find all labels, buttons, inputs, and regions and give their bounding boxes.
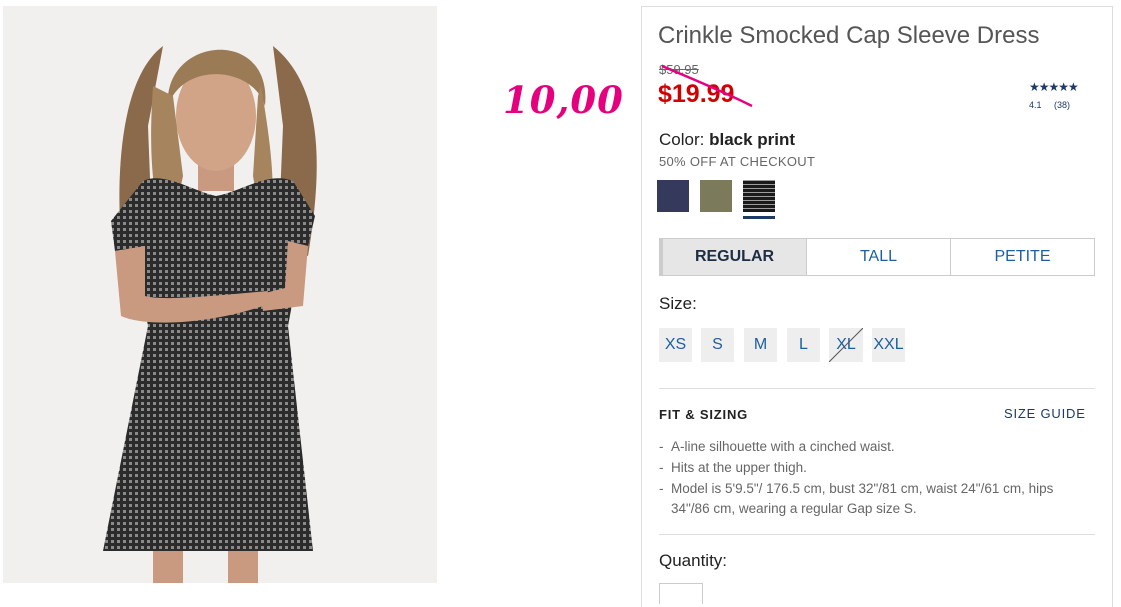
- fit-option-regular[interactable]: REGULAR: [660, 239, 806, 275]
- quantity-label: Quantity:: [659, 551, 728, 570]
- size-l-button[interactable]: L: [787, 328, 820, 362]
- divider: [659, 388, 1095, 389]
- model-illustration: [103, 46, 317, 583]
- divider: [659, 534, 1095, 535]
- color-swatch-navy[interactable]: [657, 180, 689, 212]
- size-guide-link[interactable]: SIZE GUIDE: [1004, 406, 1086, 421]
- fit-bullet: A-line silhouette with a cinched waist.: [659, 437, 1089, 457]
- fit-description-list: A-line silhouette with a cinched waist. …: [659, 437, 1089, 520]
- size-xl-button-unavailable[interactable]: XL: [829, 328, 863, 362]
- selected-color-name: black print: [709, 130, 796, 149]
- fit-options: REGULAR TALL PETITE: [659, 238, 1095, 276]
- review-count-link[interactable]: (38): [1054, 100, 1070, 110]
- color-swatch-olive[interactable]: [700, 180, 732, 212]
- selected-swatch-indicator: [743, 216, 775, 219]
- color-selection: Color: black print: [659, 130, 795, 150]
- rating-value: 4.1: [1029, 100, 1042, 110]
- fit-bullet: Hits at the upper thigh.: [659, 458, 1089, 478]
- quantity-input[interactable]: [659, 583, 703, 604]
- fit-bullet: Model is 5'9.5"/ 176.5 cm, bust 32"/81 c…: [659, 479, 1089, 519]
- size-xxl-button[interactable]: XXL: [872, 328, 905, 362]
- color-label: Color:: [659, 130, 705, 149]
- unavailable-slash-icon: [829, 328, 863, 362]
- product-photo[interactable]: [3, 6, 437, 583]
- size-xs-button[interactable]: XS: [659, 328, 692, 362]
- size-m-button[interactable]: M: [744, 328, 777, 362]
- rating-stars-icon: ★★★★★: [1029, 80, 1079, 94]
- price-strike-annotation: [661, 64, 753, 108]
- product-rating[interactable]: ★★★★★ 4.1 (38): [1029, 80, 1079, 110]
- handwritten-price-annotation: 10,00: [503, 78, 624, 122]
- fit-sizing-heading: FIT & SIZING: [659, 407, 749, 422]
- product-title: Crinkle Smocked Cap Sleeve Dress: [658, 22, 1040, 49]
- fit-option-tall[interactable]: TALL: [806, 239, 950, 275]
- promo-text: 50% OFF AT CHECKOUT: [659, 154, 816, 169]
- color-swatch-black-print[interactable]: [743, 180, 775, 212]
- fit-option-petite[interactable]: PETITE: [950, 239, 1094, 275]
- size-label: Size:: [659, 294, 697, 313]
- size-s-button[interactable]: S: [701, 328, 734, 362]
